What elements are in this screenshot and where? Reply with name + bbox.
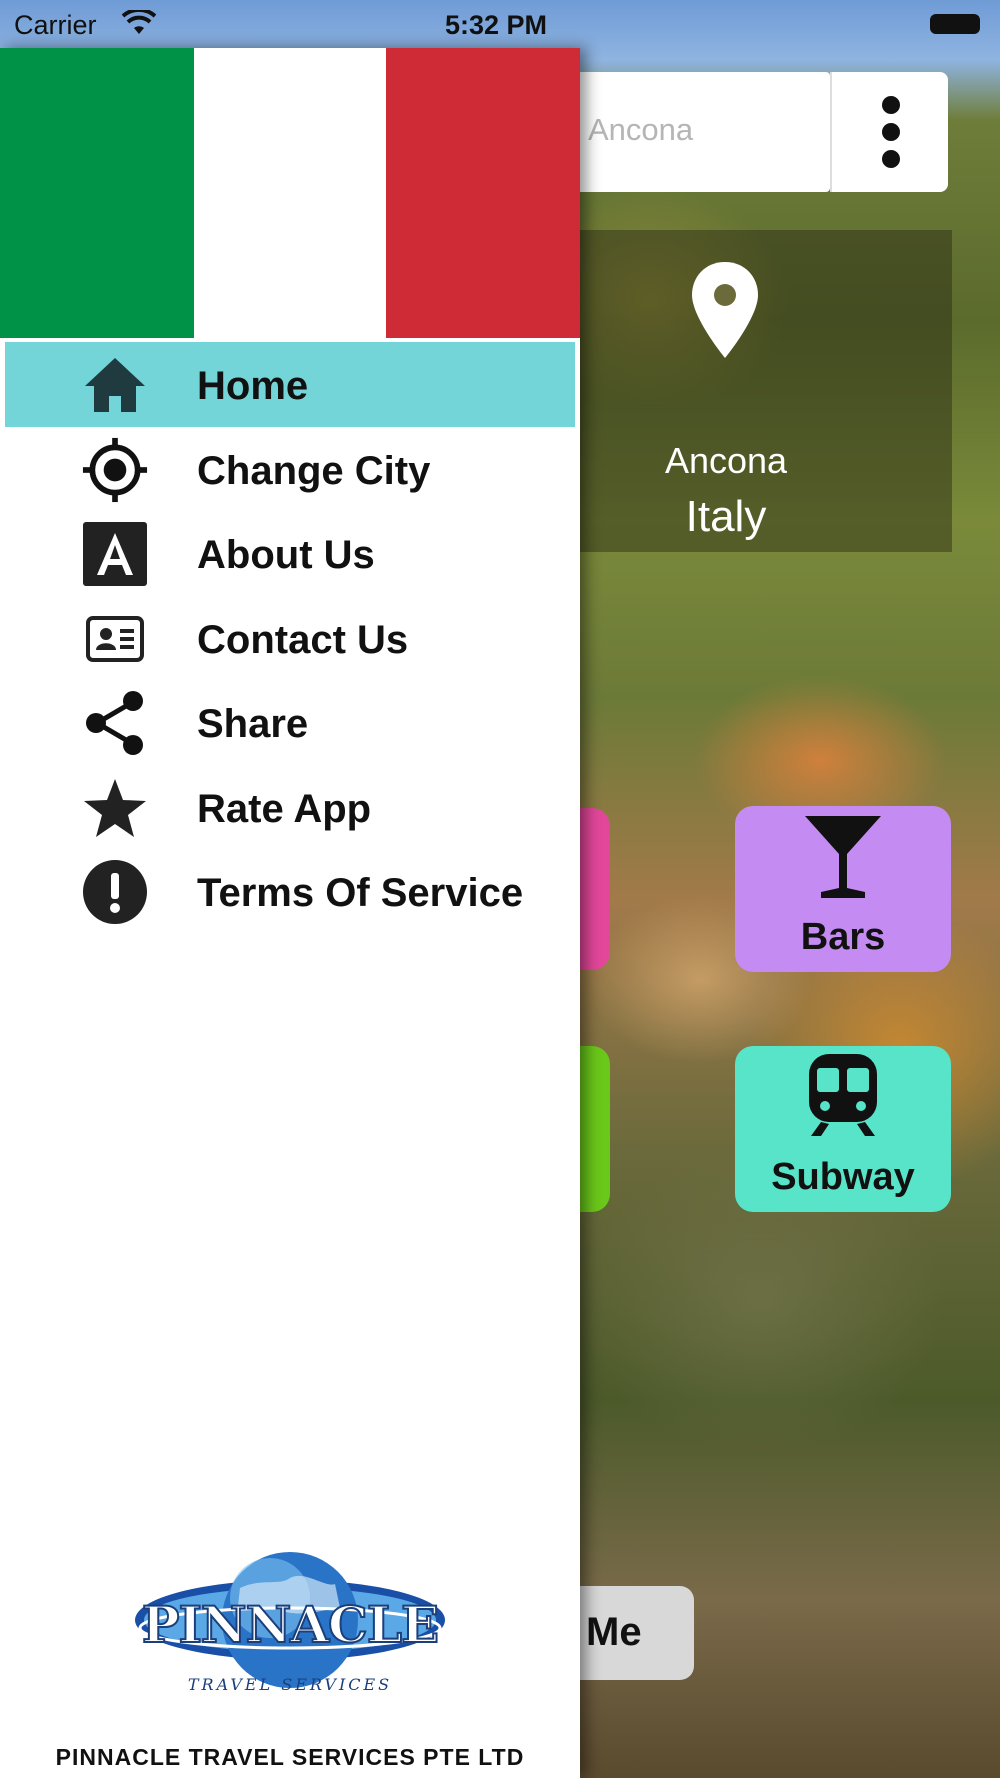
menu-label: Change City — [197, 448, 431, 493]
menu-label: About Us — [197, 533, 375, 577]
location-card[interactable]: Ancona Italy — [580, 230, 952, 552]
train-icon — [809, 1054, 877, 1136]
subway-label: Subway — [771, 1156, 915, 1198]
status-bar: Carrier 5:32 PM — [0, 0, 1000, 48]
subway-tile[interactable]: Subway — [735, 1046, 951, 1212]
carrier-label: Carrier — [14, 10, 97, 40]
italy-flag — [0, 48, 580, 338]
home-icon — [82, 356, 148, 414]
menu-label: Home — [197, 364, 309, 408]
near-me-button[interactable]: Me — [560, 1586, 694, 1680]
logo-subtext: TRAVEL SERVICES — [188, 1675, 392, 1694]
navigation-drawer: Home Change City About Us Contact Us Sha… — [0, 48, 580, 1778]
more-dot-icon — [882, 96, 900, 114]
menu-label: Share — [197, 702, 309, 746]
menu-item-about-us[interactable]: About Us — [0, 511, 580, 596]
menu-item-contact-us[interactable]: Contact Us — [0, 596, 580, 681]
search-field[interactable]: Ancona — [560, 72, 830, 192]
menu-label: Terms Of Service — [197, 871, 524, 915]
bars-label: Bars — [800, 916, 886, 958]
alert-icon — [82, 860, 148, 924]
more-options-button[interactable] — [830, 72, 948, 192]
location-city: Ancona — [664, 440, 788, 481]
location-country: Italy — [685, 492, 767, 541]
menu-item-change-city[interactable]: Change City — [0, 427, 580, 512]
location-pin-icon — [692, 262, 758, 358]
more-dot-icon — [882, 123, 900, 141]
search-text: Ancona — [588, 112, 694, 147]
menu-label: Contact Us — [197, 617, 409, 662]
flag-stripe-red — [386, 48, 580, 338]
more-dot-icon — [882, 150, 900, 168]
share-icon — [82, 691, 148, 755]
contact-card-icon — [82, 610, 148, 668]
menu-item-terms-of-service[interactable]: Terms Of Service — [0, 849, 580, 934]
flag-stripe-green — [0, 48, 194, 338]
pinnacle-logo: PINNACLE TRAVEL SERVICES — [135, 1552, 445, 1694]
company-name: PINNACLE TRAVEL SERVICES PTE LTD — [55, 1744, 525, 1770]
star-icon — [82, 778, 148, 837]
bars-tile[interactable]: Bars — [735, 806, 951, 972]
menu-label: Rate App — [197, 786, 372, 831]
menu-item-rate-app[interactable]: Rate App — [0, 765, 580, 850]
me-button-label: Me — [586, 1610, 642, 1654]
menu-item-share[interactable]: Share — [0, 680, 580, 765]
menu-item-home[interactable]: Home — [5, 342, 575, 427]
about-icon — [82, 522, 148, 586]
clock: 5:32 PM — [445, 10, 548, 40]
cocktail-icon — [805, 816, 881, 898]
target-icon — [82, 437, 148, 502]
wifi-icon — [122, 10, 156, 34]
logo-wordmark: PINNACLE — [142, 1595, 438, 1654]
battery-icon — [930, 14, 980, 34]
drawer-menu: Home Change City About Us Contact Us Sha… — [0, 342, 580, 934]
flag-stripe-white — [194, 48, 386, 338]
